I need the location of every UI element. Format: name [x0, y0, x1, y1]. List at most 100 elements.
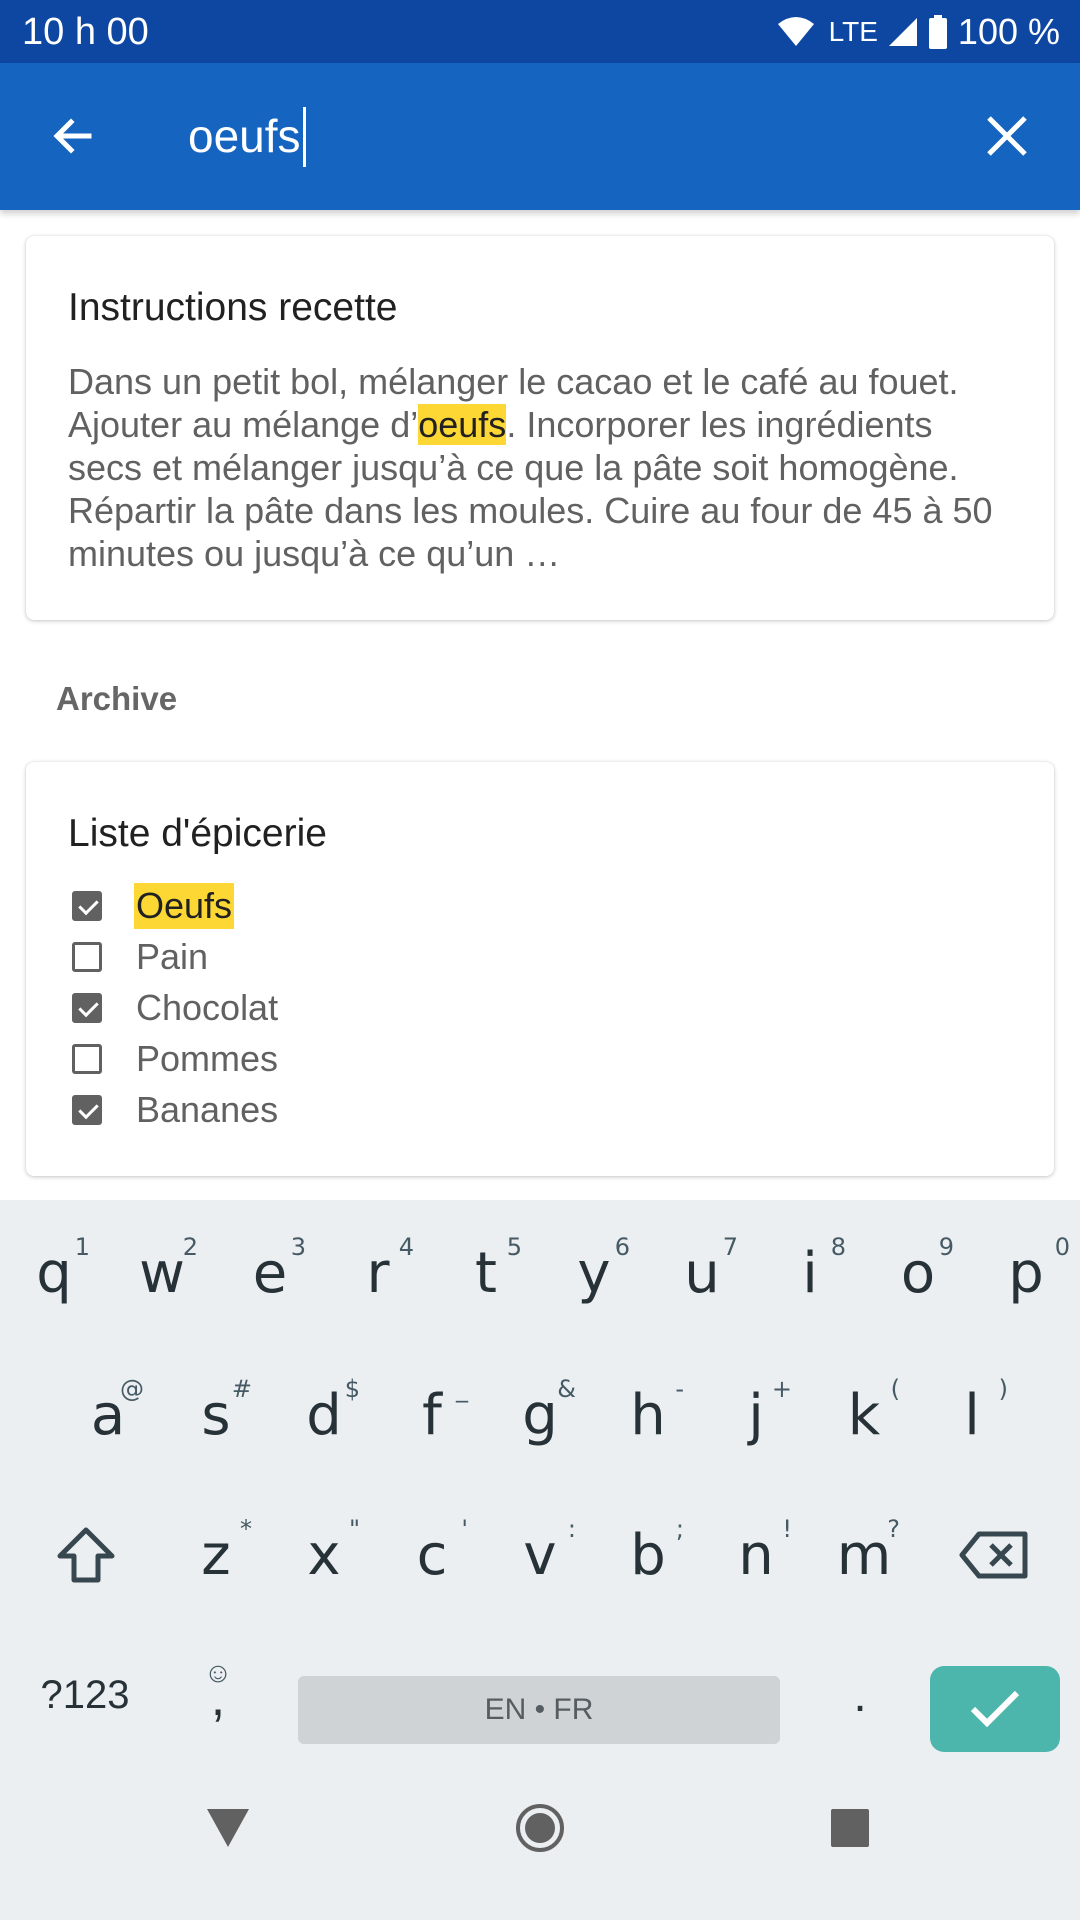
note-title: Instructions recette [68, 286, 398, 329]
key-n[interactable]: n! [702, 1495, 810, 1615]
symbols-key[interactable]: ?123 [20, 1645, 150, 1745]
key-y[interactable]: y6 [540, 1213, 648, 1333]
key-hint: _ [456, 1375, 468, 1403]
checklist-item: Bananes [70, 1084, 970, 1135]
nav-recents-square-icon [831, 1809, 869, 1847]
key-label: e [252, 1240, 288, 1306]
text-cursor [302, 106, 306, 167]
checklist-item: Chocolat [70, 982, 970, 1033]
key-c[interactable]: c ' [378, 1495, 486, 1615]
key-hint: @ [120, 1375, 144, 1403]
status-indicators: LTE 100 % [777, 10, 1060, 54]
key-l[interactable]: l) [918, 1355, 1026, 1475]
checkbox-checked[interactable] [72, 992, 102, 1023]
recipe-note-card[interactable]: Instructions recette Dans un petit bol, … [26, 236, 1054, 620]
key-hint: ) [998, 1375, 1008, 1403]
key-hint: $ [344, 1375, 360, 1403]
section-label-archive: Archive [56, 680, 178, 717]
key-h[interactable]: h- [594, 1355, 702, 1475]
shift-key[interactable] [36, 1495, 136, 1615]
key-label: b [630, 1522, 666, 1588]
key-label: z [201, 1522, 231, 1588]
search-query: oeufs [188, 110, 301, 162]
shift-icon [57, 1527, 115, 1583]
key-label: x [307, 1522, 341, 1588]
battery-icon [928, 15, 947, 49]
key-hint: ' [461, 1515, 468, 1543]
key-hint: 5 [506, 1233, 522, 1261]
key-e[interactable]: e3 [216, 1213, 324, 1333]
key-t[interactable]: t5 [432, 1213, 540, 1333]
note-title: Liste d'épicerie [68, 812, 327, 855]
key-m[interactable]: m? [810, 1495, 918, 1615]
key-f[interactable]: f _ [378, 1355, 486, 1475]
nav-home-circle-icon [516, 1804, 564, 1852]
checklist-item-label: Pommes [136, 1037, 279, 1079]
status-bar: 10 h 00 LTE 100 % [0, 0, 1080, 63]
checklist-item: Pain [70, 931, 970, 982]
key-r[interactable]: r4 [324, 1213, 432, 1333]
key-u[interactable]: u7 [648, 1213, 756, 1333]
network-type: LTE [828, 16, 878, 47]
key-k[interactable]: k( [810, 1355, 918, 1475]
spacebar[interactable]: EN • FR [298, 1676, 780, 1744]
checklist-item: Pommes [70, 1033, 970, 1084]
period-key[interactable]: . [810, 1645, 910, 1745]
checkbox-checked[interactable] [72, 890, 102, 921]
status-time: 10 h 00 [22, 11, 149, 53]
key-i[interactable]: i8 [756, 1213, 864, 1333]
key-w[interactable]: w2 [108, 1213, 216, 1333]
key-p[interactable]: p0 [972, 1213, 1080, 1333]
key-hint: 4 [398, 1233, 414, 1261]
comma-key[interactable]: ☺ , [168, 1645, 268, 1745]
key-label: j [748, 1382, 764, 1448]
spacebar-label: EN • FR [484, 1693, 594, 1726]
key-label: i [802, 1240, 818, 1306]
key-hint: 2 [182, 1233, 198, 1261]
key-hint: ! [782, 1515, 792, 1543]
backspace-key[interactable] [944, 1495, 1044, 1615]
nav-back-button[interactable] [188, 1788, 268, 1868]
key-q[interactable]: q1 [0, 1213, 108, 1333]
key-hint: * [240, 1515, 252, 1543]
key-s[interactable]: s # [162, 1355, 270, 1475]
nav-recents-button[interactable] [810, 1788, 890, 1868]
key-label: m [836, 1522, 892, 1588]
nav-back-triangle-icon [207, 1809, 249, 1847]
key-label: v [523, 1522, 557, 1588]
enter-key[interactable] [930, 1666, 1060, 1752]
close-icon [987, 116, 1027, 156]
nav-home-button[interactable] [500, 1788, 580, 1868]
checkbox-unchecked[interactable] [72, 941, 102, 972]
key-label: y [577, 1240, 611, 1306]
key-x[interactable]: x " [270, 1495, 378, 1615]
backspace-icon [959, 1531, 1028, 1579]
key-a[interactable]: a @ [54, 1355, 162, 1475]
back-button[interactable] [40, 103, 106, 169]
key-o[interactable]: o9 [864, 1213, 972, 1333]
navigation-bar [0, 1760, 1080, 1920]
key-label: s [201, 1382, 231, 1448]
checklist-item-label: Pain [136, 935, 209, 977]
key-label: d [306, 1382, 342, 1448]
key-b[interactable]: b; [594, 1495, 702, 1615]
key-hint: 9 [938, 1233, 954, 1261]
key-hint: & [557, 1375, 576, 1403]
checkbox-checked[interactable] [72, 1094, 102, 1125]
signal-icon [888, 18, 917, 46]
key-g[interactable]: g & [486, 1355, 594, 1475]
key-v[interactable]: v: [486, 1495, 594, 1615]
checkbox-unchecked[interactable] [72, 1043, 102, 1074]
clear-search-button[interactable] [974, 103, 1040, 169]
check-icon [970, 1690, 1020, 1728]
search-highlight: oeufs [418, 404, 507, 445]
note-body: Dans un petit bol, mélanger le cacao et … [68, 360, 1014, 575]
key-label: u [684, 1240, 720, 1306]
search-input[interactable]: oeufs [188, 103, 306, 169]
key-d[interactable]: d $ [270, 1355, 378, 1475]
key-z[interactable]: z * [162, 1495, 270, 1615]
checklist-item-label: Oeufs [134, 882, 235, 929]
key-label: k [847, 1382, 881, 1448]
key-j[interactable]: j + [702, 1355, 810, 1475]
wifi-icon [777, 17, 814, 46]
